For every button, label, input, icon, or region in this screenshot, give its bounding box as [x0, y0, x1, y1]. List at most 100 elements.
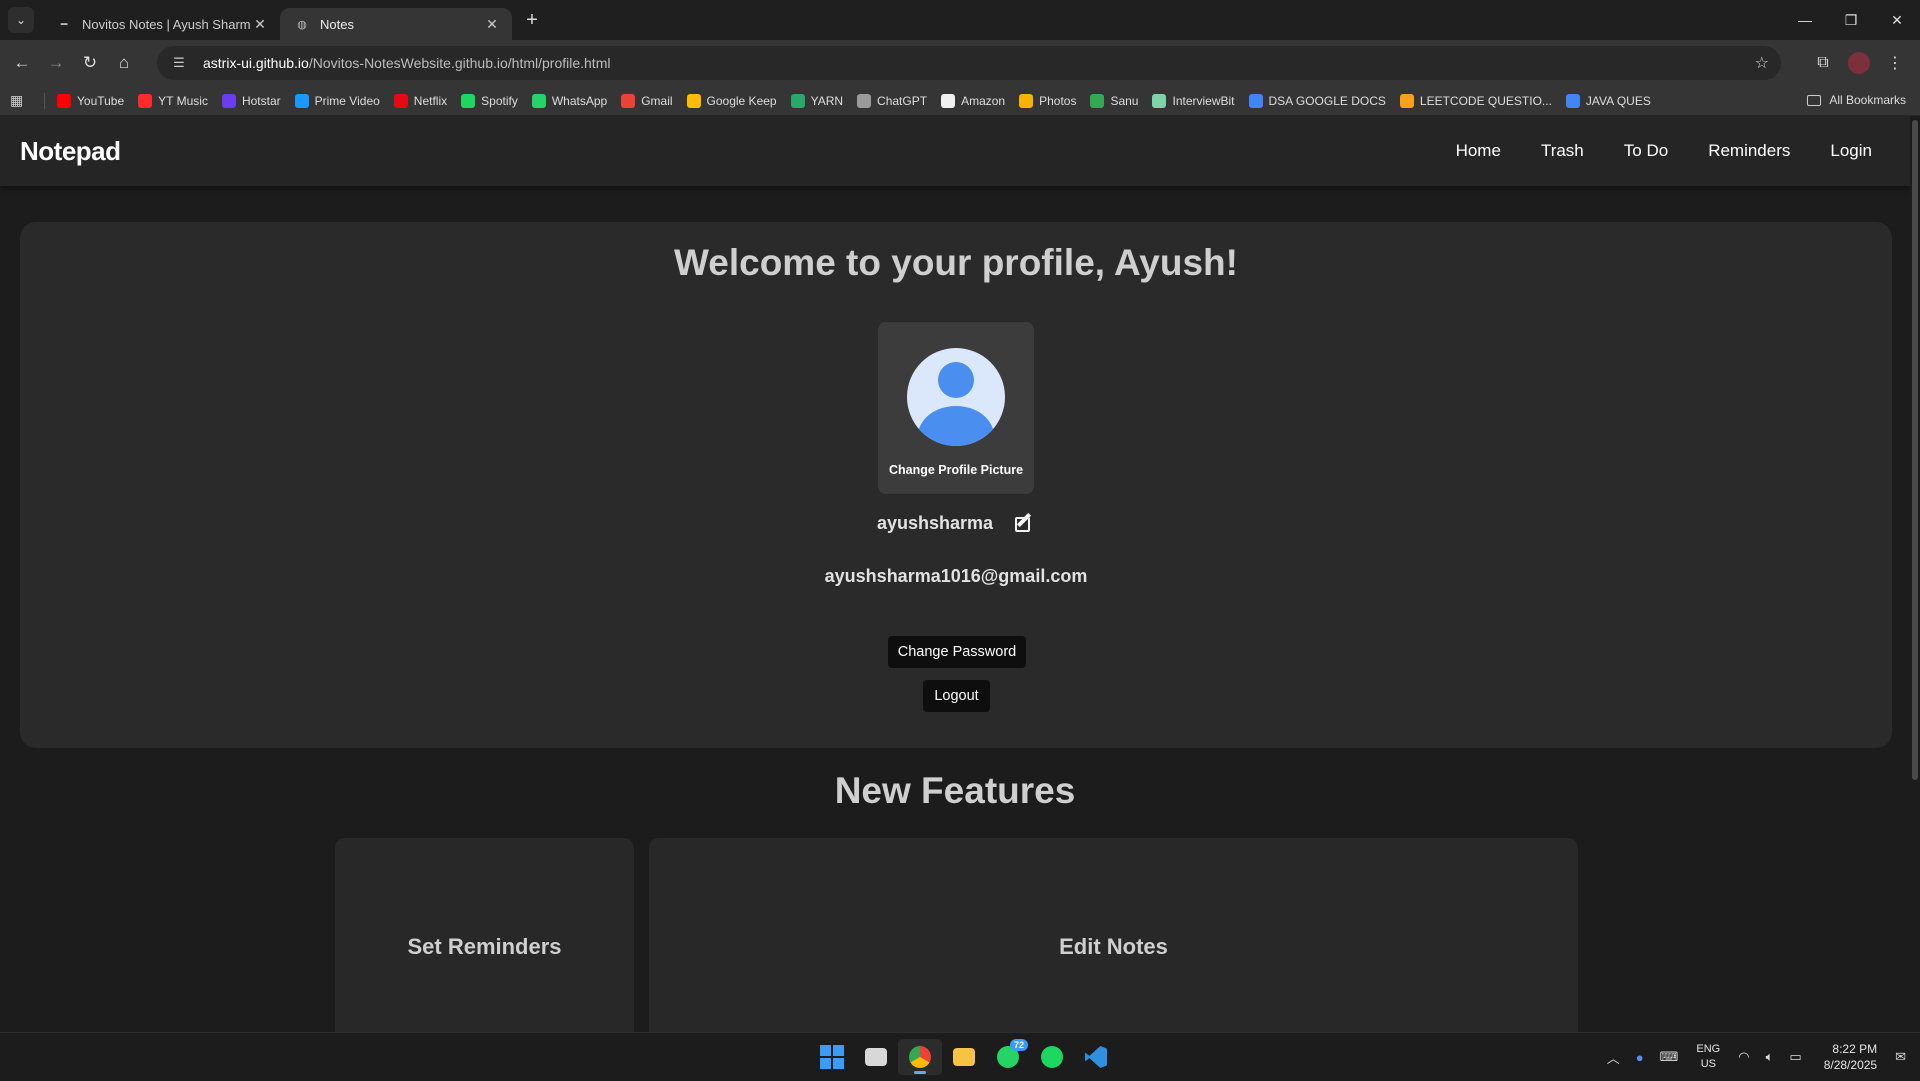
bookmark-item[interactable]: Netflix: [393, 93, 447, 108]
url-text[interactable]: astrix-ui.github.io/Novitos-NotesWebsite…: [203, 55, 610, 71]
bookmark-item[interactable]: Prime Video: [294, 93, 380, 108]
all-bookmarks-button[interactable]: All Bookmarks: [1807, 93, 1906, 107]
bookmark-favicon-icon: [941, 93, 956, 108]
nav-home[interactable]: Home: [1456, 141, 1501, 161]
tab-title: Notes: [320, 16, 354, 32]
clock[interactable]: 8:22 PM 8/28/2025: [1824, 1041, 1877, 1073]
file-explorer-icon[interactable]: [942, 1039, 986, 1075]
chrome-glyph: [909, 1046, 931, 1068]
email-text: ayushsharma1016@gmail.com: [824, 566, 1088, 586]
volume-icon[interactable]: 🔈︎: [1766, 1049, 1774, 1065]
bookmark-item[interactable]: Hotstar: [221, 93, 281, 108]
whatsapp-icon[interactable]: 72: [986, 1039, 1030, 1075]
bookmark-favicon-icon: [294, 93, 309, 108]
spotify-icon[interactable]: [1030, 1039, 1074, 1075]
all-bookmarks-label: All Bookmarks: [1829, 93, 1906, 107]
bookmark-favicon-icon: [790, 93, 805, 108]
bookmark-item[interactable]: Gmail: [621, 93, 673, 108]
profile-card: Welcome to your profile, Ayush! Change P…: [20, 222, 1892, 748]
new-tab-button[interactable]: +: [518, 6, 546, 34]
extensions-icon[interactable]: ⧉: [1806, 54, 1840, 72]
task-view-icon[interactable]: [854, 1039, 898, 1075]
tab-search-button[interactable]: ⌄: [8, 7, 34, 33]
spotify-glyph: [1041, 1046, 1063, 1068]
keyboard-icon[interactable]: ⌨: [1660, 1049, 1679, 1065]
back-icon[interactable]: ←: [5, 46, 39, 80]
close-tab-icon[interactable]: ✕: [250, 14, 270, 34]
bookmarks-divider: [44, 92, 45, 109]
bookmark-item[interactable]: Sanu: [1090, 93, 1138, 108]
language-indicator[interactable]: ENG US: [1696, 1042, 1720, 1072]
avatar-body: [918, 406, 994, 446]
bookmark-favicon-icon: [1399, 93, 1414, 108]
logout-button[interactable]: Logout: [923, 680, 990, 712]
change-password-button[interactable]: Change Password: [888, 636, 1026, 668]
bookmark-item[interactable]: DSA GOOGLE DOCS: [1248, 93, 1386, 108]
clock-date: 8/28/2025: [1823, 1058, 1878, 1072]
bookmark-item[interactable]: JAVA QUES: [1565, 93, 1651, 108]
bookmark-favicon-icon: [57, 93, 71, 108]
apps-grid-icon[interactable]: ▦: [10, 92, 30, 109]
nav-reminders[interactable]: Reminders: [1708, 141, 1790, 161]
site-brand[interactable]: Notepad: [20, 136, 121, 167]
nav-todo[interactable]: To Do: [1624, 141, 1668, 161]
forward-icon[interactable]: →: [39, 46, 73, 80]
change-profile-picture-label[interactable]: Change Profile Picture: [878, 463, 1034, 477]
bookmark-item[interactable]: Spotify: [461, 93, 518, 108]
tab-novitos-notes[interactable]: ━ Novitos Notes | Ayush Sharma ✕: [42, 8, 280, 40]
battery-icon[interactable]: ▭: [1789, 1049, 1801, 1065]
browser-tab-strip: ⌄ ━ Novitos Notes | Ayush Sharma ✕ ◍ Not…: [0, 0, 1920, 40]
notifications-icon[interactable]: ✉: [1895, 1049, 1906, 1065]
restore-icon[interactable]: ❐: [1828, 0, 1874, 40]
minimize-icon[interactable]: —: [1782, 0, 1828, 40]
bookmark-item[interactable]: YouTube: [57, 93, 124, 108]
bookmark-item[interactable]: InterviewBit: [1152, 93, 1235, 108]
menu-kebab-icon[interactable]: ⋮: [1878, 53, 1912, 73]
vscode-icon[interactable]: [1074, 1039, 1118, 1075]
bookmark-label: Google Keep: [706, 93, 777, 108]
edit-username-icon[interactable]: [1013, 512, 1035, 534]
wifi-icon[interactable]: ◠: [1738, 1049, 1749, 1065]
nav-trash[interactable]: Trash: [1541, 141, 1584, 161]
bookmark-favicon-icon: [1019, 93, 1034, 108]
bookmark-item[interactable]: Photos: [1019, 93, 1076, 108]
scrollbar-thumb[interactable]: [1912, 120, 1918, 780]
bookmark-item[interactable]: WhatsApp: [531, 93, 607, 108]
bookmark-label: Hotstar: [241, 93, 281, 108]
feature-card-edit-notes[interactable]: Edit Notes: [649, 838, 1578, 1032]
reload-icon[interactable]: ↻: [73, 46, 107, 80]
close-tab-icon[interactable]: ✕: [482, 14, 502, 34]
bookmark-item[interactable]: YARN: [790, 93, 843, 108]
site-info-icon[interactable]: ☰: [167, 55, 191, 71]
tab-notes[interactable]: ◍ Notes ✕: [280, 8, 512, 40]
folder-glyph: [953, 1048, 975, 1066]
bookmark-label: ChatGPT: [877, 93, 928, 108]
bookmark-item[interactable]: ChatGPT: [857, 93, 928, 108]
bookmark-star-icon[interactable]: ☆: [1755, 53, 1769, 73]
bookmark-favicon-icon: [221, 93, 236, 108]
bookmark-item[interactable]: Google Keep: [686, 93, 777, 108]
home-icon[interactable]: ⌂: [107, 46, 141, 80]
page-scrollbar[interactable]: [1910, 116, 1920, 1032]
nav-login[interactable]: Login: [1830, 141, 1872, 161]
chevron-up-icon[interactable]: ︿: [1607, 1048, 1620, 1067]
bookmark-favicon-icon: [857, 93, 872, 108]
profile-avatar-icon[interactable]: [1848, 52, 1870, 74]
vscode-glyph: [1085, 1046, 1107, 1068]
notification-badge: 72: [1009, 1039, 1028, 1051]
profile-picture-box[interactable]: Change Profile Picture: [878, 322, 1034, 494]
bookmark-item[interactable]: Amazon: [941, 93, 1005, 108]
windows-start-icon[interactable]: [810, 1039, 854, 1075]
bookmark-item[interactable]: YT Music: [138, 93, 208, 108]
bookmark-label: DSA GOOGLE DOCS: [1268, 93, 1386, 108]
feature-card-reminders[interactable]: Set Reminders: [335, 838, 634, 1032]
address-bar[interactable]: ☰ astrix-ui.github.io/Novitos-NotesWebsi…: [157, 46, 1781, 80]
close-window-icon[interactable]: ✕: [1874, 0, 1920, 40]
task-view-glyph: [865, 1048, 887, 1066]
browser-toolbar: ← → ↻ ⌂ ☰ astrix-ui.github.io/Novitos-No…: [0, 40, 1920, 86]
bookmark-favicon-icon: [621, 93, 636, 108]
chrome-icon[interactable]: [898, 1039, 942, 1075]
bookmark-item[interactable]: LEETCODE QUESTIO...: [1399, 93, 1552, 108]
tray-app-icon[interactable]: ●: [1636, 1050, 1644, 1065]
language-code: ENG: [1696, 1043, 1721, 1055]
